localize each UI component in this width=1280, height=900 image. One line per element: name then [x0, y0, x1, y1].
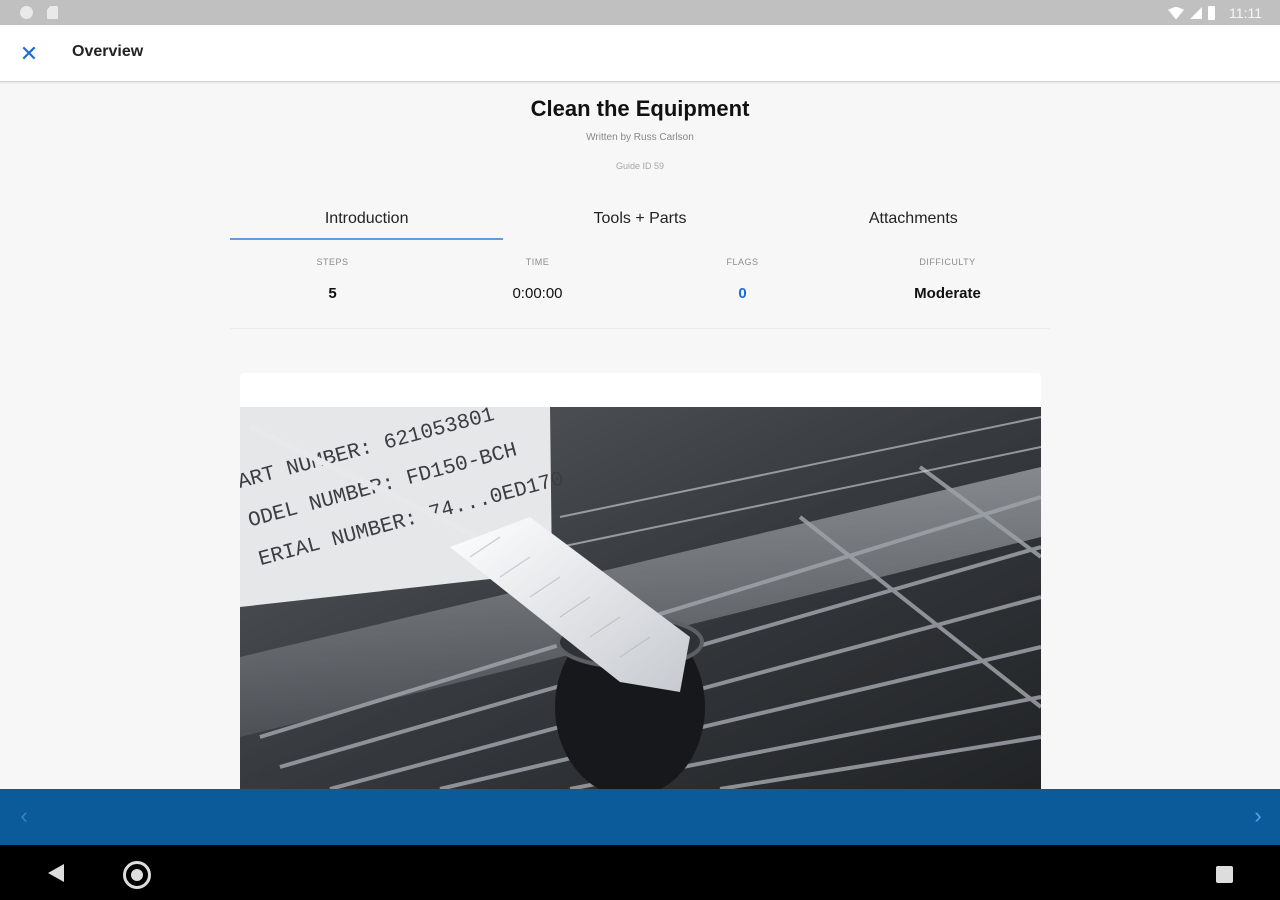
status-time: 11:11	[1229, 5, 1262, 21]
next-step-button[interactable]: ›	[1246, 805, 1270, 829]
guide-id: Guide ID 59	[615, 161, 665, 171]
guide-photo[interactable]: ART NUMBER: 621053801 ODEL NUMBER: FD150…	[240, 407, 1041, 789]
stat-difficulty-label: DIFFICULTY	[919, 257, 976, 267]
wifi-icon	[1168, 6, 1185, 20]
stat-flags[interactable]: FLAGS 0	[640, 255, 845, 328]
stat-flags-label: FLAGS	[726, 257, 759, 267]
app-bar: ✕ Overview	[0, 25, 1280, 82]
stat-steps: STEPS 5	[230, 255, 435, 328]
previous-step-button[interactable]: ‹	[12, 805, 36, 829]
status-bar: 11:11	[0, 0, 1280, 25]
stat-steps-label: STEPS	[316, 257, 349, 267]
stat-difficulty: DIFFICULTY Moderate	[845, 255, 1050, 328]
stat-difficulty-value: Moderate	[914, 285, 981, 302]
system-navigation-bar	[0, 845, 1280, 900]
guide-header: Clean the Equipment Written by Russ Carl…	[0, 92, 1280, 171]
guide-title: Clean the Equipment	[530, 96, 750, 121]
intro-card: ART NUMBER: 621053801 ODEL NUMBER: FD150…	[240, 373, 1041, 789]
stat-time-label: TIME	[525, 257, 550, 267]
stat-time: TIME 0:00:00	[435, 255, 640, 328]
back-icon[interactable]	[48, 864, 64, 882]
stat-flags-value[interactable]: 0	[640, 285, 845, 302]
step-navigation-bar: ‹ ›	[0, 789, 1280, 845]
chevron-right-icon: ›	[1254, 803, 1262, 828]
stat-steps-value: 5	[328, 285, 337, 302]
close-icon: ✕	[19, 41, 39, 66]
tab-bar: Introduction Tools + Parts Attachments	[230, 200, 1050, 240]
guide-author: Written by Russ Carlson	[586, 132, 694, 143]
close-button[interactable]: ✕	[14, 39, 44, 69]
tab-introduction[interactable]: Introduction	[230, 200, 504, 240]
guide-stats: STEPS 5 TIME 0:00:00 FLAGS 0 DIFFICULTY …	[230, 255, 1050, 329]
tab-attachments[interactable]: Attachments	[777, 200, 1050, 240]
signal-icon	[1190, 7, 1203, 19]
notification-dot-icon	[20, 6, 33, 19]
battery-icon	[1208, 6, 1216, 20]
tab-tools-parts[interactable]: Tools + Parts	[503, 200, 776, 240]
sd-card-icon	[47, 6, 58, 19]
equipment-photo: ART NUMBER: 621053801 ODEL NUMBER: FD150…	[240, 407, 1041, 789]
recent-apps-icon[interactable]	[1216, 866, 1233, 883]
app-bar-title: Overview	[72, 43, 144, 60]
chevron-left-icon: ‹	[20, 803, 28, 828]
stat-time-value: 0:00:00	[512, 285, 563, 302]
home-icon[interactable]	[123, 861, 151, 889]
